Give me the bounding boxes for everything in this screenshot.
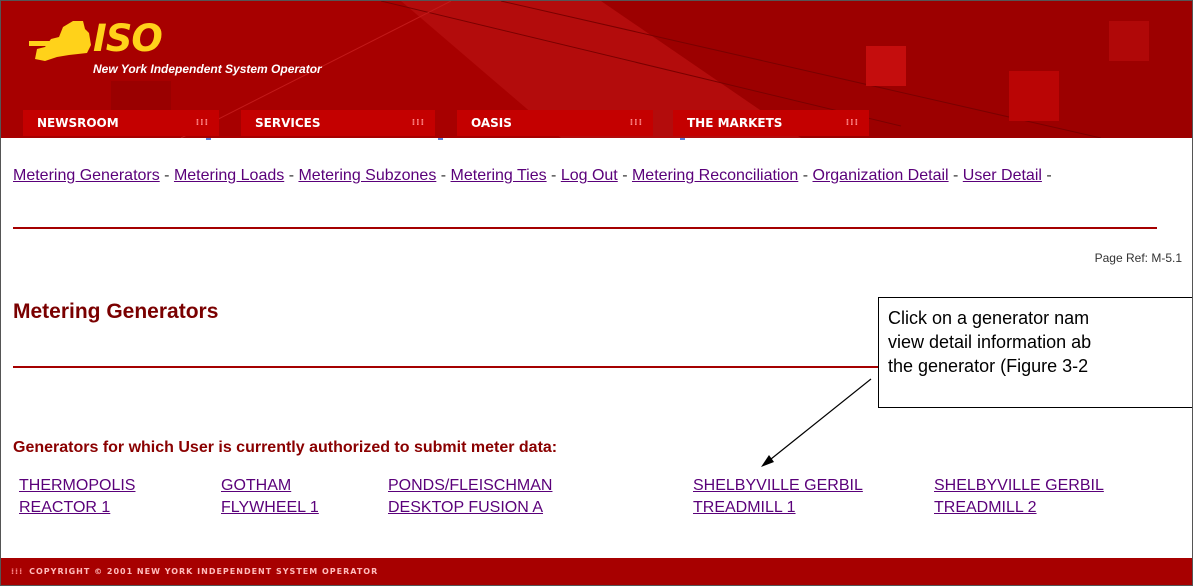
nav-link-metering-generators[interactable]: Metering Generators [13, 167, 160, 184]
new-york-state-logo-icon [29, 21, 91, 61]
tab-label: THE MARKETS [687, 116, 783, 130]
nav-separator: - [436, 167, 451, 184]
generator-name-line: DESKTOP FUSION A [388, 499, 544, 516]
generator-name-line: TREADMILL 2 [934, 499, 1037, 516]
generator-name-line: THERMOPOLIS [19, 477, 136, 494]
nav-separator: - [546, 167, 561, 184]
generators-subheading: Generators for which User is currently a… [13, 439, 558, 456]
tab-newsroom[interactable]: NEWSROOM ⁞⁞⁞ [23, 110, 219, 136]
generator-name-line: SHELBYVILLE GERBIL [934, 477, 1104, 494]
nav-link-user-detail[interactable]: User Detail [963, 167, 1042, 184]
tab-oasis[interactable]: OASIS ⁞⁞⁞ [457, 110, 653, 136]
tab-label: SERVICES [255, 116, 321, 130]
tab-the-markets[interactable]: THE MARKETS ⁞⁞⁞ [673, 110, 869, 136]
callout-line: Click on a generator nam [888, 308, 1090, 328]
generator-name-line: FLYWHEEL 1 [221, 499, 319, 516]
tab-services[interactable]: SERVICES ⁞⁞⁞ [241, 110, 435, 136]
generator-name-line: REACTOR 1 [19, 499, 111, 516]
nav-separator: - [284, 167, 299, 184]
generator-link-thermopolis[interactable]: THERMOPOLIS REACTOR 1 [19, 475, 135, 519]
logo-text: ISO [93, 17, 163, 60]
callout-line: view detail information ab [888, 332, 1092, 352]
tab-dots-icon: ⁞⁞⁞ [411, 118, 425, 128]
generator-link-shelbyville-1[interactable]: SHELBYVILLE GERBIL TREADMILL 1 [693, 475, 863, 519]
tab-dots-icon: ⁞⁞⁞ [195, 118, 209, 128]
generator-name-line: SHELBYVILLE GERBIL [693, 477, 863, 494]
tab-underline [206, 138, 211, 140]
page-ref: Page Ref: M-5.1 [1094, 251, 1182, 265]
tab-label: OASIS [471, 116, 512, 130]
nav-separator: - [798, 167, 813, 184]
nav-separator: - [1041, 167, 1052, 184]
generator-link-gotham[interactable]: GOTHAM FLYWHEEL 1 [221, 475, 319, 519]
tab-dots-icon: ⁞⁞⁞ [845, 118, 859, 128]
nav-separator: - [617, 167, 632, 184]
nav-link-metering-subzones[interactable]: Metering Subzones [298, 167, 436, 184]
generator-name-line: TREADMILL 1 [693, 499, 796, 516]
nav-link-metering-loads[interactable]: Metering Loads [174, 167, 284, 184]
nav-separator: - [159, 167, 174, 184]
callout-box: Click on a generator nam view detail inf… [878, 297, 1192, 408]
page-title: Metering Generators [13, 300, 219, 323]
footer-copyright: COPYRIGHT © 2001 NEW YORK INDEPENDENT SY… [29, 567, 379, 576]
tab-underline [438, 138, 443, 140]
nav-link-organization-detail[interactable]: Organization Detail [813, 167, 949, 184]
nav-link-log-out[interactable]: Log Out [561, 167, 618, 184]
divider [13, 227, 1157, 229]
generator-link-ponds-fleischman[interactable]: PONDS/FLEISCHMAN DESKTOP FUSION A [388, 475, 552, 519]
generator-name-line: GOTHAM [221, 477, 292, 494]
footer-dots-icon: ⁞⁞⁞ [11, 567, 24, 576]
browser-page: ISO New York Independent System Operator… [0, 0, 1193, 586]
header-banner: ISO New York Independent System Operator… [1, 1, 1192, 138]
tab-dots-icon: ⁞⁞⁞ [629, 118, 643, 128]
generator-link-shelbyville-2[interactable]: SHELBYVILLE GERBIL TREADMILL 2 [934, 475, 1104, 519]
tab-underline [680, 138, 685, 140]
generator-name-line: PONDS/FLEISCHMAN [388, 477, 553, 494]
metering-nav: Metering Generators - Metering Loads - M… [13, 163, 1173, 189]
nav-link-metering-reconciliation[interactable]: Metering Reconciliation [632, 167, 798, 184]
nav-separator: - [948, 167, 963, 184]
footer-bar: ⁞⁞⁞ COPYRIGHT © 2001 NEW YORK INDEPENDENT… [1, 558, 1192, 585]
nav-link-metering-ties[interactable]: Metering Ties [451, 167, 547, 184]
callout-line: the generator (Figure 3-2 [888, 356, 1089, 376]
tab-label: NEWSROOM [37, 116, 119, 130]
tagline: New York Independent System Operator [93, 62, 322, 76]
